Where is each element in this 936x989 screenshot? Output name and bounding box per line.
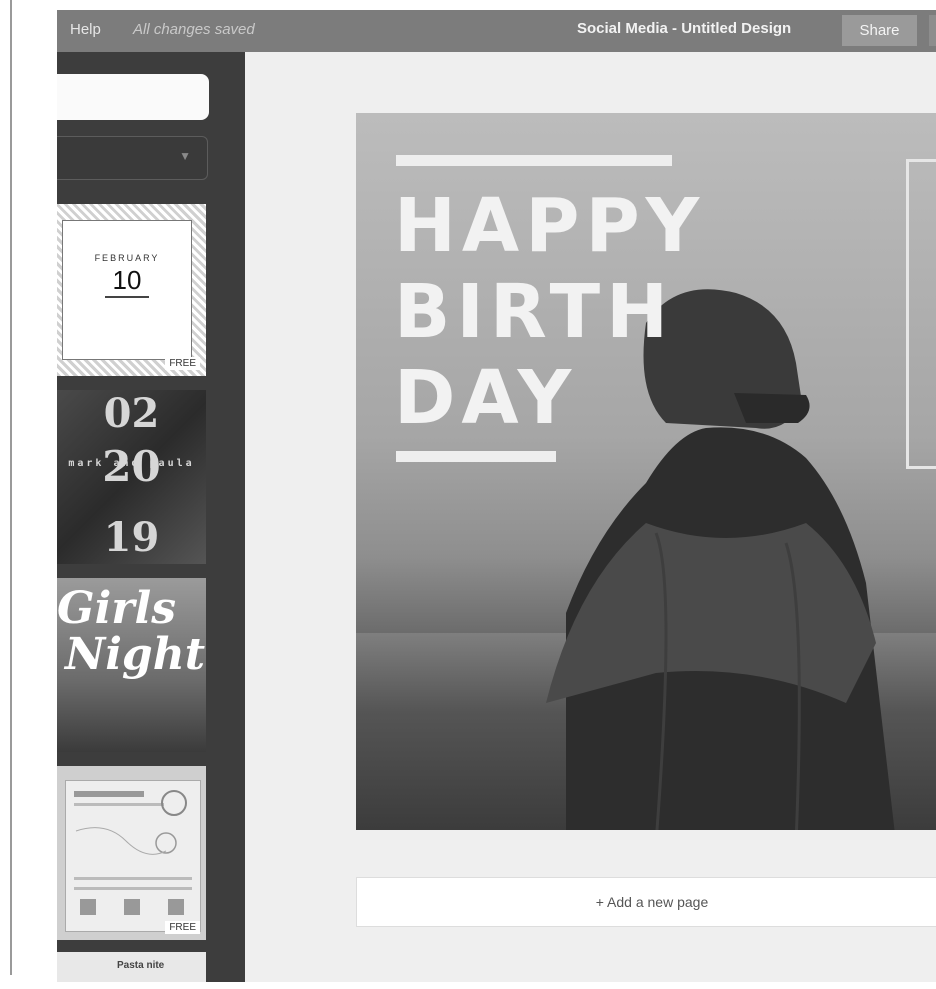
template-sidebar: ▼ FEBRUARY 10 FREE 02 mark and paula 20 …: [57, 52, 245, 982]
template-number-bottom: 19: [103, 514, 160, 561]
template-day: 10: [104, 265, 150, 298]
template-thumbnail-2[interactable]: 02 mark and paula 20 19: [57, 390, 206, 564]
template-search-input[interactable]: [57, 74, 209, 120]
toolbar-button-cropped[interactable]: [929, 15, 936, 46]
decorative-frame[interactable]: [906, 159, 936, 469]
add-page-button[interactable]: + Add a new page: [356, 877, 936, 927]
help-menu[interactable]: Help: [70, 21, 101, 38]
headline-line-2: BIRTH: [394, 269, 675, 355]
template-thumbnail-3[interactable]: Girls Night: [57, 578, 206, 752]
template-thumbnail-1[interactable]: FEBRUARY 10 FREE: [57, 204, 206, 376]
template-thumbnail-4[interactable]: FREE: [57, 766, 206, 940]
headline-bar-top: [396, 155, 672, 166]
design-page[interactable]: HAPPY BIRTH DAY: [356, 113, 936, 830]
template-card: [65, 780, 201, 932]
save-status: All changes saved: [133, 21, 255, 38]
share-button[interactable]: Share: [842, 15, 917, 46]
headline-line-1: HAPPY: [394, 183, 706, 269]
template-number-mid: 20: [102, 442, 161, 491]
template-script-line2: Night: [65, 629, 206, 680]
template-thumbnail-5[interactable]: Pasta nite: [57, 952, 206, 982]
free-badge: FREE: [165, 921, 200, 934]
free-badge: FREE: [165, 357, 200, 370]
document-title[interactable]: Social Media - Untitled Design: [577, 20, 791, 37]
template-month: FEBRUARY: [94, 253, 160, 263]
birthday-headline[interactable]: HAPPY BIRTH DAY: [394, 183, 705, 441]
template-card: FEBRUARY 10: [62, 220, 192, 360]
map-illustration: [74, 790, 192, 915]
headline-line-3: DAY: [394, 355, 578, 441]
headline-bar-bottom: [396, 451, 556, 462]
template-script-line1: Girls: [57, 583, 176, 634]
template-label: Pasta nite: [117, 960, 165, 971]
template-number-top: 02: [103, 390, 160, 437]
top-toolbar: Help All changes saved Social Media - Un…: [57, 10, 936, 52]
template-category-select[interactable]: ▼: [57, 136, 208, 180]
window-edge: [10, 0, 12, 975]
chevron-down-icon: ▼: [179, 149, 191, 163]
